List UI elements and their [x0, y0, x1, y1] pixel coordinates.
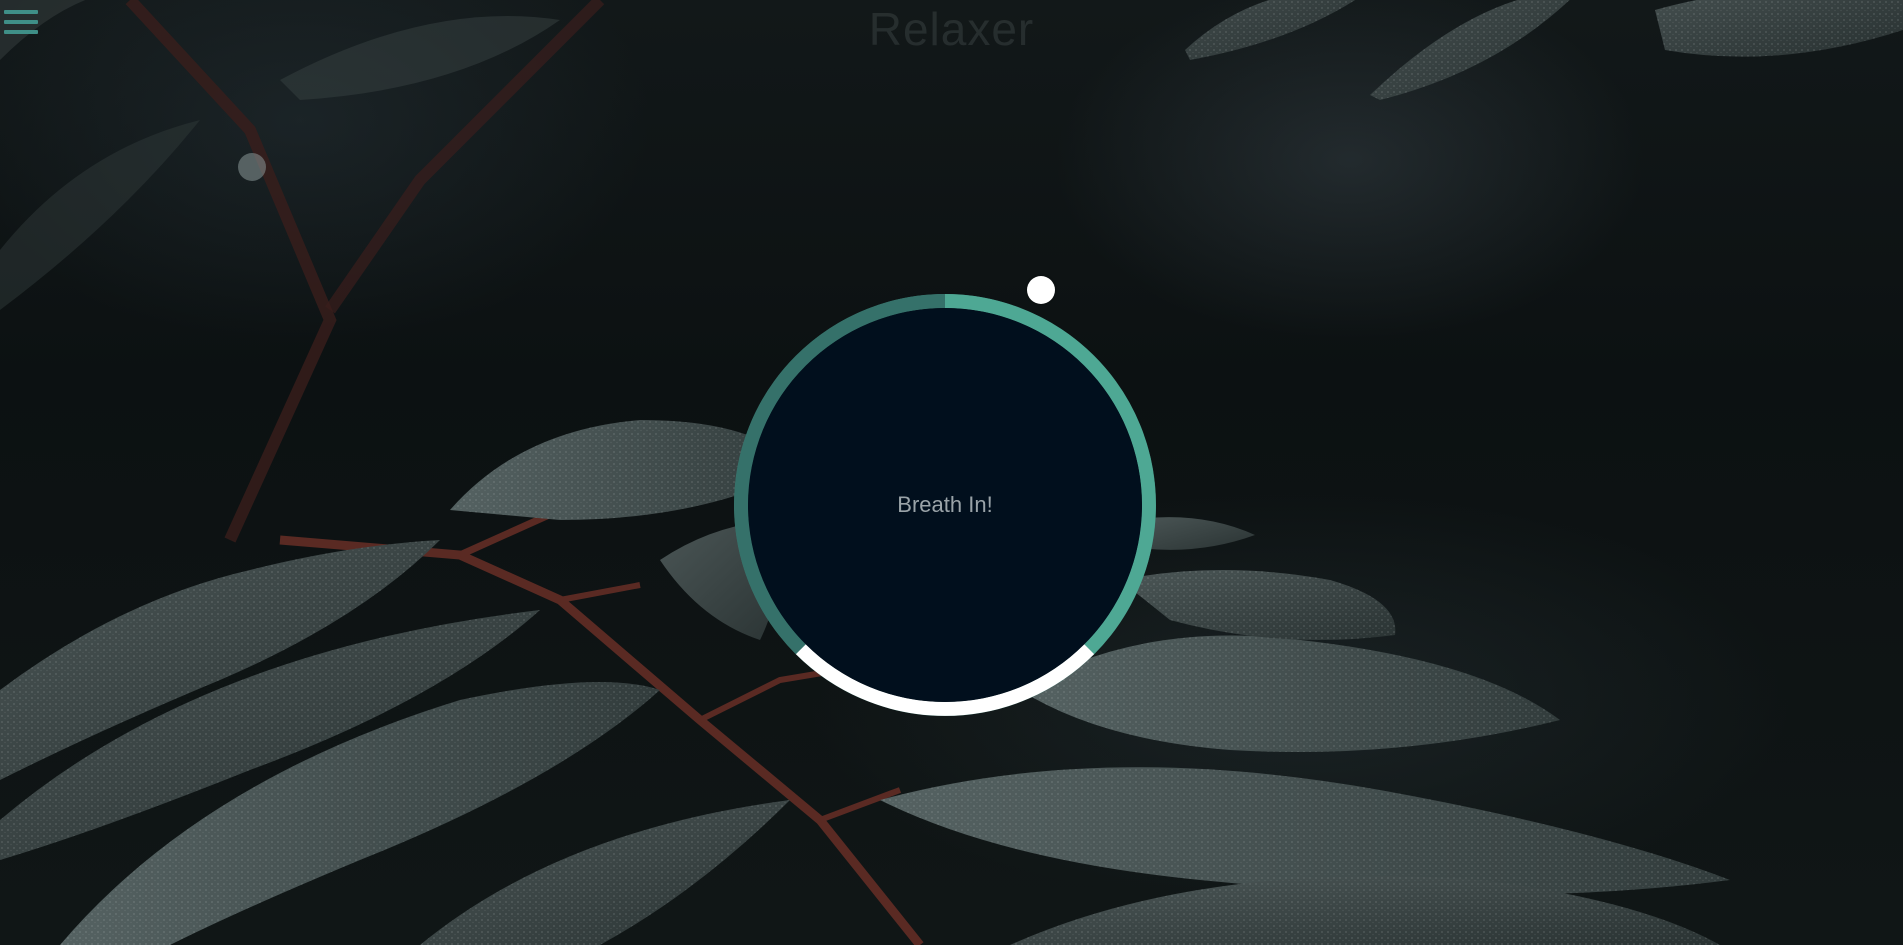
breath-instruction: Breath In!: [897, 492, 993, 517]
app-stage: Relaxer Breath In!: [0, 0, 1903, 945]
breathing-inner-circle: Breath In!: [748, 308, 1142, 702]
breathing-circle: Breath In!: [734, 294, 1156, 716]
app-title: Relaxer: [868, 3, 1035, 55]
breathing-pointer-dot: [1027, 276, 1055, 304]
